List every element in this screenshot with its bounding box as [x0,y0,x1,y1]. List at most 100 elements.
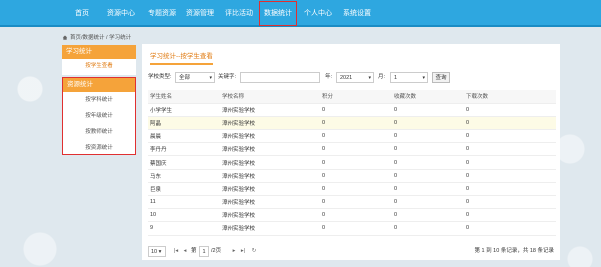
nav-resource-center[interactable]: 资源中心 [104,0,138,27]
cell-student-name: 小学学生 [148,103,220,117]
table-header-row: 学生姓名 学校名称 积分 收藏次数 下载次数 [148,90,556,104]
record-summary: 第 1 到 10 条记录，共 18 条记录 [474,248,554,254]
col-points: 积分 [320,90,392,104]
cell-school-name: 漳州实验学校 [220,129,320,144]
prev-page-icon[interactable]: ◂ [181,246,189,257]
page-prefix: 第 [191,248,197,254]
cell-student-name: 10 [148,208,220,223]
cell-points: 0 [320,155,392,170]
cell-downloads: 0 [464,103,556,117]
cell-favorites: 0 [392,142,464,157]
cell-school-name: 漳州实验学校 [220,208,320,223]
month-label: 月: [378,74,386,80]
cell-points: 0 [320,103,392,117]
school-type-label: 学校类型: [148,74,172,80]
sidebar-resource-group: 资源统计 按学科统计 按年级统计 按教师统计 按资源统计 [62,77,136,155]
query-button[interactable]: 查询 [432,72,450,83]
sidebar-item-by-student[interactable]: 按学生查看 [62,59,136,73]
table-row[interactable]: 小学学生 漳州实验学校 0 0 0 [148,103,556,117]
cell-favorites: 0 [392,208,464,223]
cell-student-name: 晨晨 [148,129,220,144]
nav-statistics[interactable]: 数据统计 [259,1,297,26]
sidebar-study-title[interactable]: 学习统计 [62,45,136,59]
sidebar-item-by-teacher[interactable]: 按教师统计 [63,124,135,140]
year-label: 年: [325,74,333,80]
table-row[interactable]: 10 漳州实验学校 0 0 0 [148,208,556,223]
col-school-name: 学校名称 [220,90,320,104]
col-favorites: 收藏次数 [392,90,464,104]
cell-favorites: 0 [392,129,464,144]
breadcrumb: 首页/数据统计 / 学习统计 [62,33,131,41]
cell-downloads: 0 [464,221,556,236]
cell-favorites: 0 [392,155,464,170]
cell-favorites: 0 [392,116,464,131]
cell-school-name: 漳州实验学校 [220,169,320,183]
cell-downloads: 0 [464,142,556,157]
cell-points: 0 [320,182,392,197]
chevron-down-icon: ▾ [368,75,371,81]
keyword-label: 关键字: [218,74,237,80]
cell-school-name: 漳州实验学校 [220,182,320,197]
keyword-input[interactable] [240,72,320,83]
cell-favorites: 0 [392,195,464,210]
nav-resource-management[interactable]: 资源管理 [184,0,216,27]
sidebar-resource-title[interactable]: 资源统计 [63,78,135,92]
cell-downloads: 0 [464,129,556,144]
refresh-icon[interactable]: ↻ [250,246,258,257]
cell-student-name: 巨泉 [148,182,220,197]
cell-school-name: 漳州实验学校 [220,116,320,131]
cell-student-name: 马东 [148,169,220,183]
year-select[interactable]: 2021 ▾ [336,72,374,83]
chevron-down-icon: ▾ [157,249,162,255]
cell-points: 0 [320,169,392,183]
nav-personal-center[interactable]: 个人中心 [303,0,333,27]
cell-school-name: 漳州实验学校 [220,142,320,157]
next-page-icon[interactable]: ▸ [230,246,238,257]
table-row[interactable]: 11 漳州实验学校 0 0 0 [148,195,556,210]
nav-home[interactable]: 首页 [70,0,94,27]
cell-favorites: 0 [392,169,464,183]
cell-student-name: 蔡国庆 [148,155,220,170]
page-number-input[interactable]: 1 [199,246,209,257]
page-size-select[interactable]: 10 ▾ [148,246,166,257]
cell-student-name: 李丹丹 [148,142,220,157]
main-panel: 学习统计--按学生查看 学校类型: 全部 ▾ 关键字: 年: 2021 ▾ 月:… [142,44,560,260]
table-row[interactable]: 巨泉 漳州实验学校 0 0 0 [148,182,556,197]
school-type-select[interactable]: 全部 ▾ [175,72,215,83]
home-icon [62,35,68,40]
table-row[interactable]: 李丹丹 漳州实验学校 0 0 0 [148,142,556,157]
cell-downloads: 0 [464,208,556,223]
month-select[interactable]: 1 ▾ [390,72,428,83]
table-row[interactable]: 马东 漳州实验学校 0 0 0 [148,169,556,183]
cell-downloads: 0 [464,195,556,210]
cell-favorites: 0 [392,221,464,236]
student-stats-table: 学生姓名 学校名称 积分 收藏次数 下载次数 小学学生 漳州实验学校 0 0 0 阿晶 漳州… [148,90,556,236]
table-row[interactable]: 蔡国庆 漳州实验学校 0 0 0 [148,155,556,170]
cell-favorites: 0 [392,103,464,117]
cell-points: 0 [320,208,392,223]
page-suffix: /2页 [211,248,222,254]
table-row[interactable]: 阿晶 漳州实验学校 0 0 0 [148,116,556,131]
cell-student-name: 9 [148,221,220,236]
nav-contests[interactable]: 评比活动 [223,0,255,27]
first-page-icon[interactable]: |◂ [172,246,180,257]
table-row[interactable]: 9 漳州实验学校 0 0 0 [148,221,556,236]
cell-points: 0 [320,195,392,210]
nav-system-settings[interactable]: 系统设置 [341,0,373,27]
last-page-icon[interactable]: ▸| [239,246,247,257]
sidebar-item-by-resource[interactable]: 按资源统计 [63,140,135,156]
cell-student-name: 阿晶 [148,116,220,131]
year-value: 2021 [340,75,353,81]
sidebar-item-by-subject[interactable]: 按学科统计 [63,92,135,108]
cell-favorites: 0 [392,182,464,197]
chevron-down-icon: ▾ [422,75,425,81]
breadcrumb-text: 首页/数据统计 / 学习统计 [70,35,132,41]
table-row[interactable]: 晨晨 漳州实验学校 0 0 0 [148,129,556,144]
nav-special-resources[interactable]: 专题资源 [145,0,179,27]
tab-study-by-student[interactable]: 学习统计--按学生查看 [150,50,213,65]
cell-downloads: 0 [464,116,556,131]
cell-school-name: 漳州实验学校 [220,221,320,236]
cell-school-name: 漳州实验学校 [220,195,320,210]
sidebar-item-by-grade[interactable]: 按年级统计 [63,108,135,124]
cell-points: 0 [320,221,392,236]
